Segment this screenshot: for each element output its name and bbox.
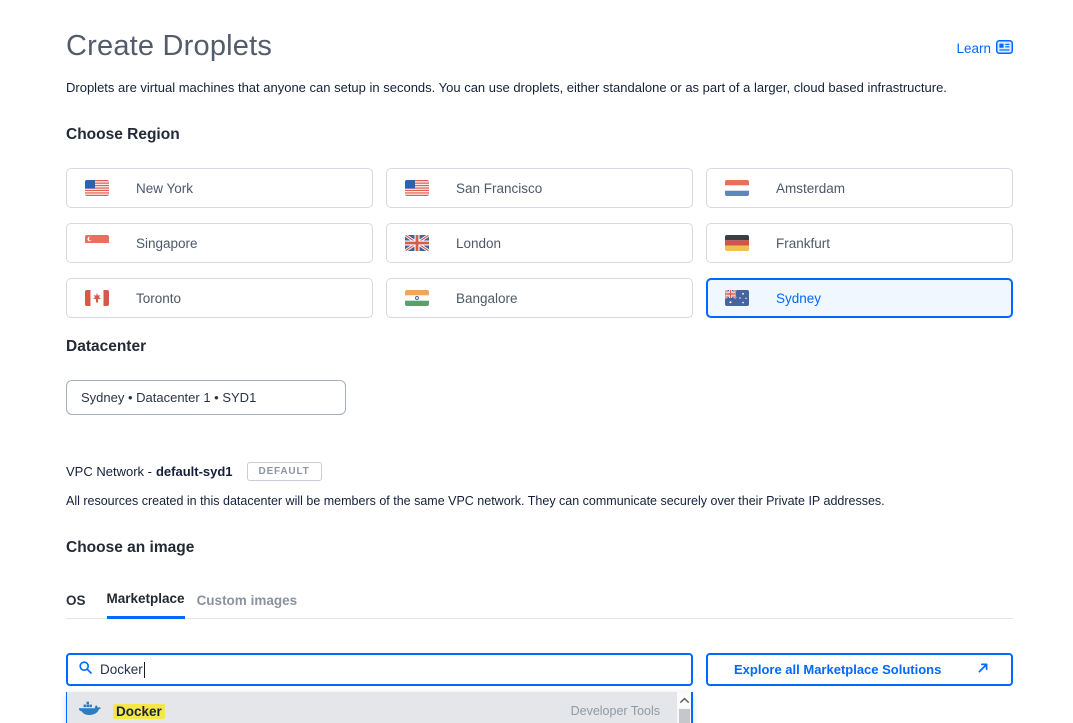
region-label: Bangalore <box>456 291 518 306</box>
datacenter-select[interactable]: Sydney • Datacenter 1 • SYD1 <box>66 380 346 415</box>
learn-link-label: Learn <box>956 41 991 56</box>
region-label: New York <box>136 181 193 196</box>
tab-os[interactable]: OS <box>66 593 86 618</box>
create-droplets-page: Create Droplets Learn Droplets are virtu… <box>0 30 1073 723</box>
text-caret <box>144 662 146 678</box>
region-card-singapore[interactable]: Singapore <box>66 223 373 263</box>
search-input-value: Docker <box>100 662 143 677</box>
choose-region-heading: Choose Region <box>66 126 1013 144</box>
page-header: Create Droplets Learn <box>66 30 1013 63</box>
marketplace-search-row: Docker Explore all Marketplace Solutions <box>66 653 1013 686</box>
vpc-network-label: VPC Network - <box>66 464 152 479</box>
flag-ca-icon <box>85 290 109 306</box>
explore-marketplace-button[interactable]: Explore all Marketplace Solutions <box>706 653 1013 686</box>
region-label: Singapore <box>136 236 198 251</box>
vpc-network-name: default-syd1 <box>156 464 233 479</box>
region-card-amsterdam[interactable]: Amsterdam <box>706 168 1013 208</box>
result-category: Developer Tools <box>571 704 660 718</box>
explore-button-label: Explore all Marketplace Solutions <box>734 662 941 677</box>
flag-us-icon <box>405 180 429 196</box>
vpc-network-row: VPC Network - default-syd1 DEFAULT <box>66 462 1013 481</box>
search-icon <box>79 661 92 679</box>
region-card-bangalore[interactable]: Bangalore <box>386 278 693 318</box>
flag-nl-icon <box>725 180 749 196</box>
region-card-london[interactable]: London <box>386 223 693 263</box>
page-subtitle: Droplets are virtual machines that anyon… <box>66 80 1013 95</box>
result-header: Docker Developer Tools <box>79 700 676 722</box>
result-name-highlighted: Docker <box>113 704 165 719</box>
flag-gb-icon <box>405 235 429 251</box>
scroll-up-arrow-icon[interactable] <box>677 692 691 708</box>
scrollbar-thumb[interactable] <box>679 709 690 723</box>
default-badge: DEFAULT <box>247 462 322 481</box>
datacenter-selected-value: Sydney • Datacenter 1 • SYD1 <box>81 390 256 405</box>
image-tabs-bar: OS Marketplace Custom images <box>66 591 1013 619</box>
region-card-frankfurt[interactable]: Frankfurt <box>706 223 1013 263</box>
flag-au-icon <box>725 290 749 306</box>
flag-de-icon <box>725 235 749 251</box>
dropdown-scrollbar[interactable] <box>676 692 691 723</box>
region-label: Amsterdam <box>776 181 845 196</box>
region-label: Sydney <box>776 291 821 306</box>
region-label: Toronto <box>136 291 181 306</box>
flag-us-icon <box>85 180 109 196</box>
tab-custom-images[interactable]: Custom images <box>197 593 298 618</box>
tutorial-book-icon <box>996 40 1013 57</box>
vpc-description: All resources created in this datacenter… <box>66 494 1013 508</box>
docker-whale-icon <box>79 700 101 722</box>
region-card-sydney-selected[interactable]: Sydney <box>706 278 1013 318</box>
choose-image-heading: Choose an image <box>66 539 1013 557</box>
region-grid: New York San Francisco Amsterdam Singapo… <box>66 168 1013 318</box>
region-card-new-york[interactable]: New York <box>66 168 373 208</box>
region-card-san-francisco[interactable]: San Francisco <box>386 168 693 208</box>
external-link-arrow-icon <box>977 661 989 679</box>
search-results-dropdown: Docker Developer Tools An open platform … <box>66 692 693 723</box>
result-item-docker[interactable]: Docker Developer Tools An open platform … <box>67 692 676 723</box>
region-label: London <box>456 236 501 251</box>
page-title: Create Droplets <box>66 30 272 63</box>
region-label: San Francisco <box>456 181 542 196</box>
region-label: Frankfurt <box>776 236 830 251</box>
flag-in-icon <box>405 290 429 306</box>
region-card-toronto[interactable]: Toronto <box>66 278 373 318</box>
learn-link[interactable]: Learn <box>956 40 1013 57</box>
marketplace-search-input[interactable]: Docker <box>66 653 693 686</box>
datacenter-heading: Datacenter <box>66 338 1013 356</box>
tab-marketplace[interactable]: Marketplace <box>107 591 185 619</box>
flag-sg-icon <box>85 235 109 251</box>
